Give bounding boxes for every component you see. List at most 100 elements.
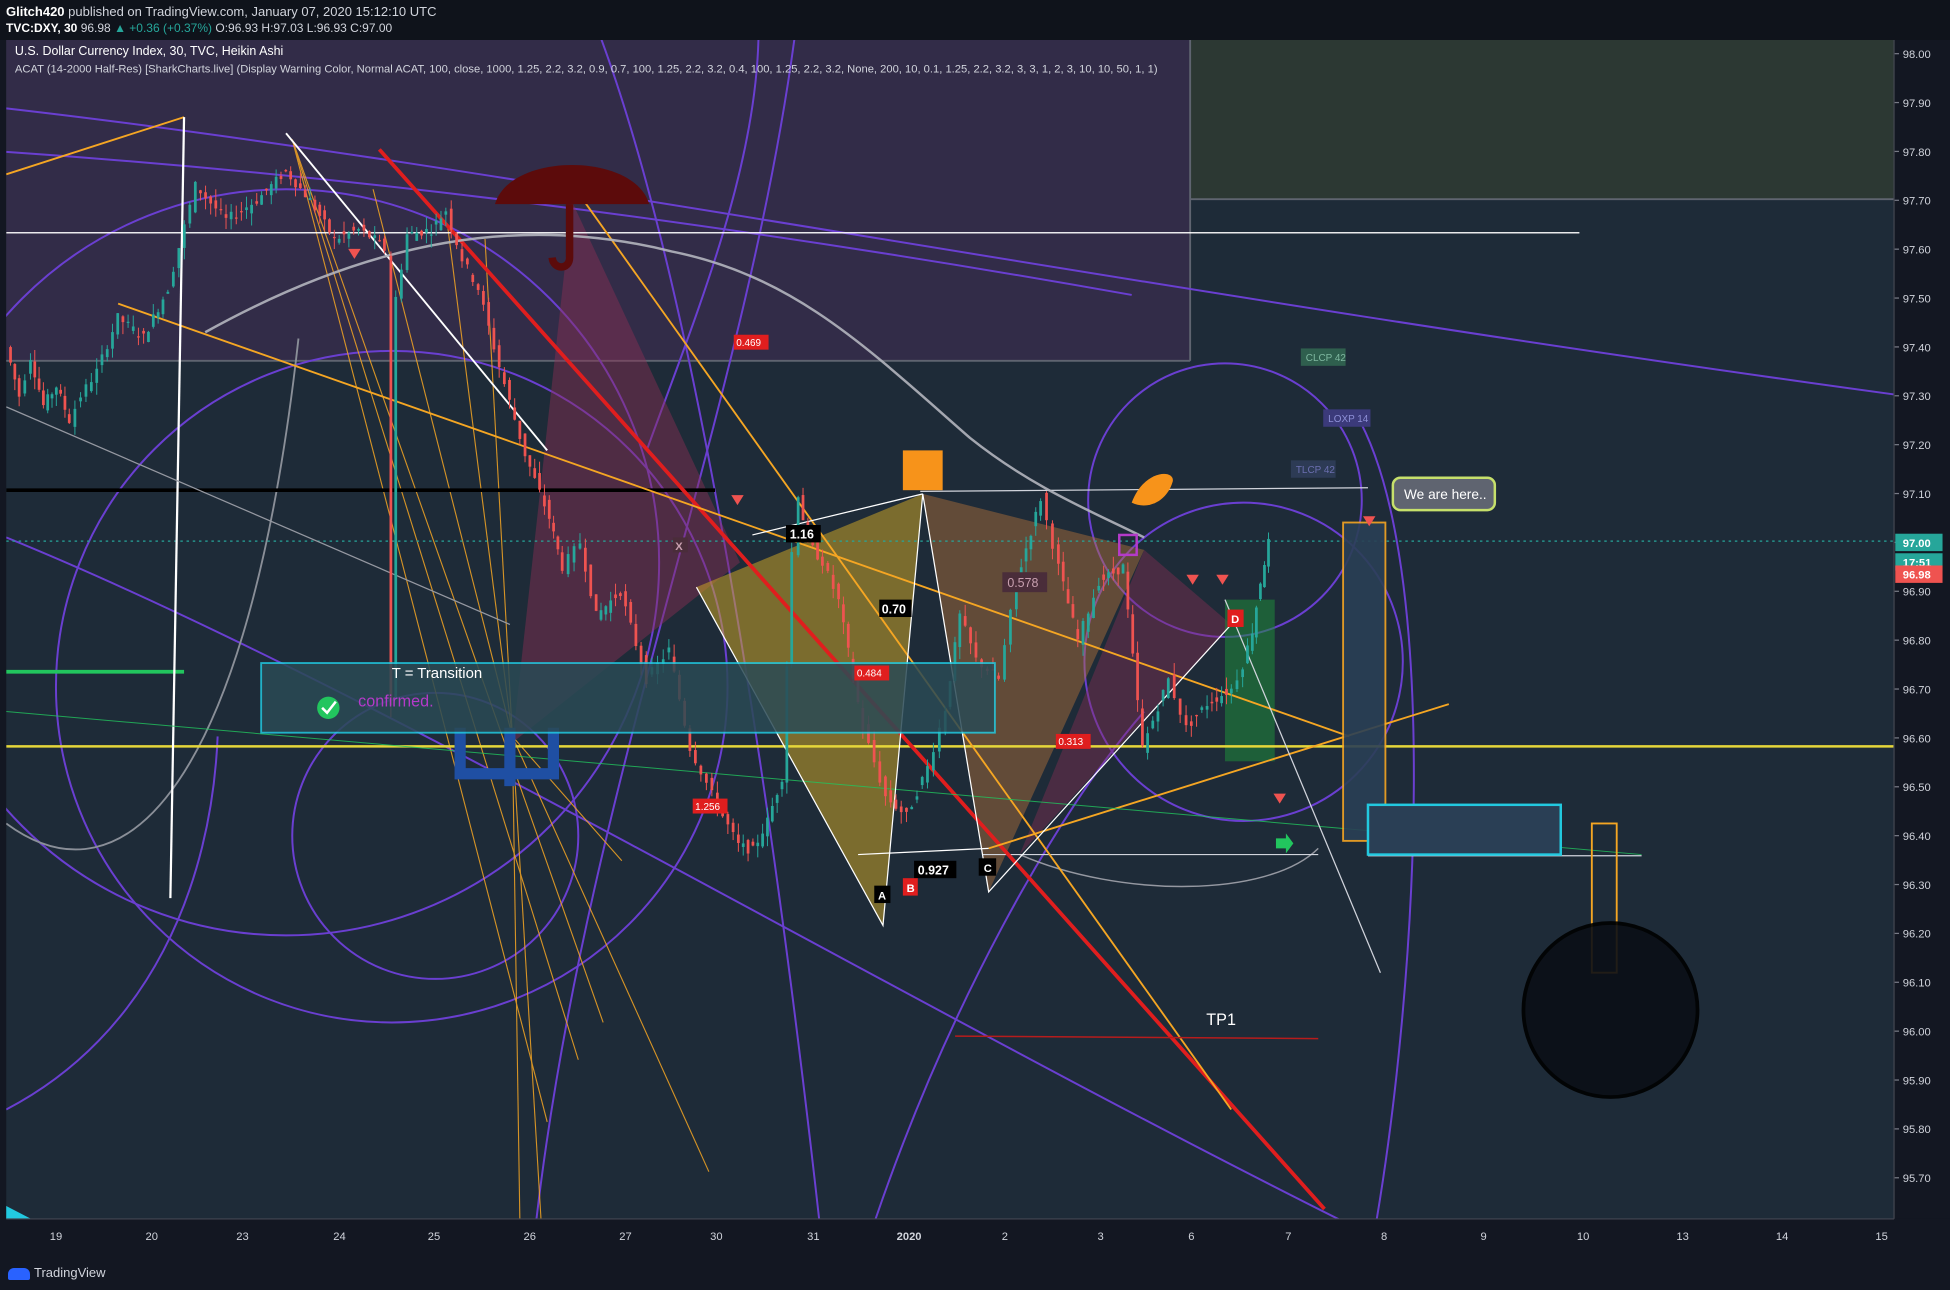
candle-body bbox=[1071, 604, 1075, 618]
candle-body bbox=[400, 269, 403, 299]
ohlc-high: H:97.03 bbox=[261, 21, 304, 35]
candle-body bbox=[279, 175, 283, 180]
we-are-here-label: We are here.. bbox=[1404, 487, 1486, 502]
candle-body bbox=[502, 372, 506, 385]
candle-body bbox=[67, 414, 71, 423]
candle-body bbox=[761, 833, 764, 847]
price-mark-label: 96.98 bbox=[1903, 570, 1931, 582]
tp1-label: TP1 bbox=[1206, 1011, 1236, 1029]
candle-body bbox=[1066, 589, 1070, 604]
candle-body bbox=[547, 499, 551, 519]
candle-body bbox=[313, 199, 317, 211]
symbol-label[interactable]: TVC:DXY, 30 bbox=[6, 21, 77, 35]
ohlc-close: C:97.00 bbox=[350, 21, 393, 35]
candle-body bbox=[910, 807, 914, 810]
candle-body bbox=[1166, 678, 1170, 698]
tlcp-label: TLCP 42 bbox=[1296, 465, 1336, 476]
candle-body bbox=[751, 841, 755, 846]
time-tick-label: 8 bbox=[1381, 1231, 1387, 1243]
price-tick-label: 95.70 bbox=[1903, 1173, 1931, 1185]
price-tick-label: 96.80 bbox=[1903, 636, 1931, 648]
candle-body bbox=[255, 201, 259, 204]
candle-body bbox=[1235, 680, 1239, 690]
candle-body bbox=[1136, 652, 1139, 701]
candle-body bbox=[1195, 714, 1198, 717]
candle-body bbox=[410, 231, 414, 234]
candle-body bbox=[1229, 688, 1233, 694]
candle-body bbox=[1081, 620, 1085, 645]
candle-body bbox=[578, 543, 582, 549]
candle-body bbox=[667, 647, 671, 653]
candle-body bbox=[37, 378, 41, 390]
candle-body bbox=[560, 552, 564, 571]
candle-body bbox=[528, 455, 532, 467]
candle-body bbox=[905, 807, 908, 812]
ratio-0-313: 0.313 bbox=[1058, 737, 1083, 748]
candle-body bbox=[878, 761, 882, 783]
candle-body bbox=[604, 606, 608, 615]
ratio-0-469: 0.469 bbox=[736, 338, 761, 349]
indicator-legend[interactable]: ACAT (14-2000 Half-Res) [SharkCharts.liv… bbox=[15, 63, 1158, 75]
candle-body bbox=[199, 190, 202, 194]
time-tick-label: 2 bbox=[1002, 1231, 1008, 1243]
chart-area[interactable]: T = Transition confirmed. We are here.. … bbox=[0, 40, 1950, 1255]
candle-body bbox=[151, 314, 155, 327]
candle-body bbox=[543, 495, 546, 507]
candle-body bbox=[299, 183, 302, 189]
candle-body bbox=[323, 210, 326, 220]
candle-body bbox=[439, 218, 443, 231]
candle-body bbox=[780, 781, 784, 790]
orange-square-marker bbox=[902, 450, 943, 491]
candle-body bbox=[915, 796, 919, 800]
candle-body bbox=[1116, 567, 1120, 575]
candle-body bbox=[289, 171, 293, 180]
candle-body bbox=[137, 336, 140, 338]
candle-body bbox=[884, 776, 887, 797]
candle-body bbox=[842, 604, 845, 623]
price-tick-label: 96.70 bbox=[1903, 684, 1931, 696]
candle-body bbox=[958, 613, 962, 648]
candle-body bbox=[1034, 511, 1038, 527]
candle-body bbox=[260, 195, 263, 205]
candle-body bbox=[460, 249, 464, 262]
point-a-label: A bbox=[878, 890, 886, 902]
candle-body bbox=[629, 602, 633, 623]
candle-body bbox=[455, 233, 458, 246]
candle-body bbox=[594, 594, 598, 611]
candle-body bbox=[492, 327, 496, 350]
candle-body bbox=[790, 552, 794, 664]
time-tick-label: 6 bbox=[1188, 1231, 1194, 1243]
point-d-label: D bbox=[1231, 614, 1239, 626]
tradingview-logo[interactable]: TradingView bbox=[8, 1265, 106, 1280]
time-tick-label: 25 bbox=[428, 1231, 440, 1243]
ratio-0-484: 0.484 bbox=[857, 669, 882, 680]
candle-body bbox=[634, 623, 638, 647]
candle-body bbox=[265, 188, 268, 191]
cyan-target-box bbox=[1366, 803, 1562, 856]
candle-body bbox=[73, 408, 77, 427]
candle-body bbox=[846, 623, 850, 648]
candle-body bbox=[219, 209, 223, 211]
candle-body bbox=[166, 291, 170, 294]
price-axis-background bbox=[1894, 40, 1950, 1219]
price-tick-label: 96.10 bbox=[1903, 978, 1931, 990]
candle-body bbox=[775, 794, 779, 803]
series-title[interactable]: U.S. Dollar Currency Index, 30, TVC, Hei… bbox=[15, 44, 283, 58]
price-tick-label: 98.00 bbox=[1903, 49, 1931, 61]
price-tick-label: 96.60 bbox=[1903, 733, 1931, 745]
price-tick-label: 97.50 bbox=[1903, 293, 1931, 305]
candle-body bbox=[434, 220, 438, 225]
price-tick-label: 95.90 bbox=[1903, 1075, 1931, 1087]
candle-body bbox=[131, 326, 135, 331]
candle-body bbox=[476, 284, 480, 290]
time-tick-label: 13 bbox=[1676, 1231, 1688, 1243]
candle-body bbox=[1156, 711, 1160, 722]
publish-header: Glitch420 published on TradingView.com, … bbox=[0, 0, 1950, 40]
candle-body bbox=[1131, 614, 1135, 654]
author-name[interactable]: Glitch420 bbox=[6, 4, 65, 19]
candle-body bbox=[54, 387, 58, 395]
price-tick-label: 97.10 bbox=[1903, 489, 1931, 501]
candle-body bbox=[1161, 690, 1165, 701]
time-tick-label: 2020 bbox=[897, 1231, 922, 1243]
candle-body bbox=[9, 347, 12, 363]
